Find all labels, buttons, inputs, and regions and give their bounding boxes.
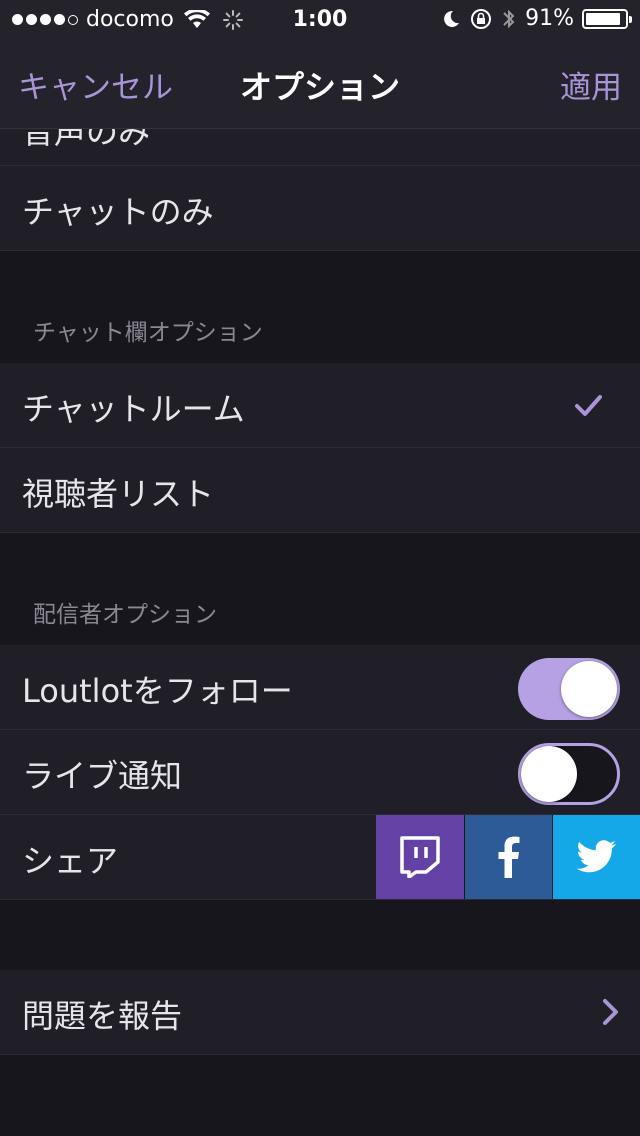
battery-percent: 91% xyxy=(525,6,574,31)
follow-label: Loutlotをフォロー xyxy=(22,672,293,710)
viewer-list-row[interactable]: 視聴者リスト xyxy=(0,448,640,533)
chat-room-row[interactable]: チャットルーム xyxy=(0,363,640,448)
share-twitter-button[interactable] xyxy=(552,815,640,899)
viewer-list-label: 視聴者リスト xyxy=(22,475,215,513)
bluetooth-icon xyxy=(503,9,515,28)
share-buttons xyxy=(376,815,640,899)
streamer-section-header-area: 配信者オプション xyxy=(0,533,640,645)
twitch-icon xyxy=(400,836,440,878)
share-facebook-button[interactable] xyxy=(464,815,552,899)
live-notify-label: ライブ通知 xyxy=(22,757,183,795)
share-twitch-button[interactable] xyxy=(376,815,464,899)
chat-room-label: チャットルーム xyxy=(22,390,245,428)
report-problem-label: 問題を報告 xyxy=(22,997,183,1035)
share-row: シェア xyxy=(0,815,640,900)
live-notify-row: ライブ通知 xyxy=(0,730,640,815)
toggle-knob xyxy=(561,661,617,717)
chat-only-label: チャットのみ xyxy=(22,193,214,231)
apply-button[interactable]: 適用 xyxy=(560,62,622,107)
battery-icon xyxy=(582,8,632,29)
twitter-icon xyxy=(576,840,616,873)
page-title: オプション xyxy=(239,68,400,106)
chat-only-row[interactable]: チャットのみ xyxy=(0,166,640,251)
toggle-knob xyxy=(521,746,577,802)
moon-icon xyxy=(444,10,460,27)
chat-section-header: チャット欄オプション xyxy=(33,320,263,346)
status-right: 91% xyxy=(441,6,632,31)
chat-section-header-area: チャット欄オプション xyxy=(0,251,640,363)
share-label: シェア xyxy=(22,842,119,880)
audio-only-row[interactable]: 音声のみ xyxy=(0,129,640,166)
options-list: 音声のみ チャットのみ チャット欄オプション チャットルーム 視聴者リスト 配信… xyxy=(0,129,640,1055)
status-bar: docomo 1:00 91% xyxy=(0,0,640,40)
chevron-right-icon xyxy=(603,999,618,1025)
checkmark-icon xyxy=(575,395,602,416)
follow-toggle[interactable] xyxy=(518,658,620,720)
nav-bar: キャンセル オプション 適用 xyxy=(0,40,640,129)
streamer-section-header: 配信者オプション xyxy=(33,602,217,628)
audio-only-label: 音声のみ xyxy=(22,129,151,151)
report-problem-row[interactable]: 問題を報告 xyxy=(0,970,640,1055)
live-notify-toggle[interactable] xyxy=(518,743,620,805)
rotation-lock-icon xyxy=(471,8,492,29)
spacer xyxy=(0,900,640,970)
follow-row: Loutlotをフォロー xyxy=(0,645,640,730)
facebook-icon xyxy=(498,836,519,878)
